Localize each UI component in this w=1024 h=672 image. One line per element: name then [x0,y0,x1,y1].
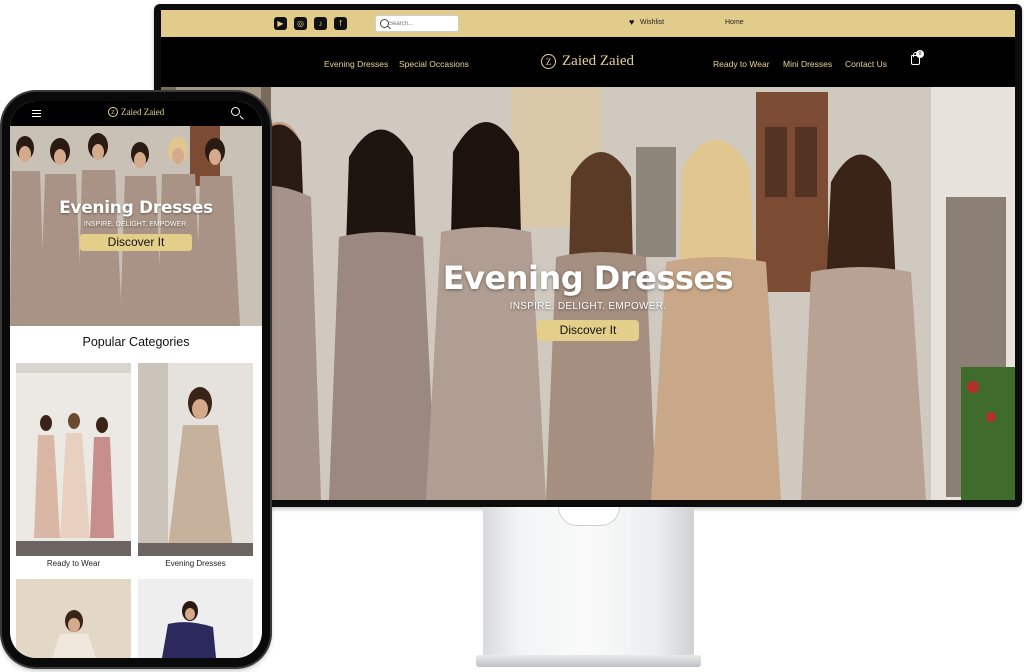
desktop-main-nav: Evening Dresses Special Occasions Z Zaie… [161,37,1015,87]
discover-it-button[interactable]: Discover It [537,320,639,341]
desktop-hero-banner: Evening Dresses INSPIRE. DELIGHT. EMPOWE… [161,87,1015,500]
tiktok-icon[interactable]: ♪ [314,17,327,30]
mobile-phone: Z Zaied Zaied Evening Dresses INSPIRE. D… [2,92,270,667]
brand-logo[interactable]: Z Zaied Zaied [541,51,634,71]
category-image [16,363,131,556]
category-image [138,579,253,658]
category-label[interactable]: Evening Dresses [138,559,253,568]
mobile-discover-it-button[interactable]: Discover It [80,234,192,251]
nav-evening-dresses[interactable]: Evening Dresses [324,59,388,69]
desktop-screen: ▶ ◎ ♪ f ♥ Wishlist Home Evening Dresses … [161,10,1015,500]
category-card-ready-to-wear[interactable] [16,363,131,556]
search-icon [380,19,389,28]
logo-mark-icon: Z [108,107,118,117]
nav-mini-dresses[interactable]: Mini Dresses [783,59,832,69]
mobile-hero-subtitle: INSPIRE. DELIGHT. EMPOWER. [83,221,189,228]
mobile-hero-banner: Evening Dresses INSPIRE. DELIGHT. EMPOWE… [10,126,262,326]
instagram-icon[interactable]: ◎ [294,17,307,30]
nav-special-occasions[interactable]: Special Occasions [399,59,469,69]
home-link[interactable]: Home [725,19,744,26]
desktop-topbar: ▶ ◎ ♪ f ♥ Wishlist Home [161,10,1015,37]
nav-contact-us[interactable]: Contact Us [845,59,887,69]
category-label[interactable]: Ready to Wear [16,559,131,568]
facebook-icon[interactable]: f [334,17,347,30]
hero-title: Evening Dresses [442,259,734,297]
search-box[interactable] [375,15,459,32]
category-image [138,363,253,556]
mobile-brand-name: Zaied Zaied [121,107,165,117]
youtube-icon[interactable]: ▶ [274,17,287,30]
search-icon[interactable] [231,107,240,116]
mobile-hero-title: Evening Dresses [59,198,213,218]
logo-mark-icon: Z [541,53,556,69]
popular-categories-heading: Popular Categories [82,335,190,349]
heart-icon[interactable]: ♥ [629,18,634,27]
monitor-stand-base [476,655,701,667]
brand-name: Zaied Zaied [562,52,635,69]
wishlist-link[interactable]: Wishlist [640,19,664,26]
category-card-evening-dresses[interactable] [138,363,253,556]
nav-ready-to-wear[interactable]: Ready to Wear [713,59,770,69]
category-card[interactable] [16,579,131,658]
hero-subtitle: INSPIRE. DELIGHT. EMPOWER. [509,301,667,312]
search-input[interactable] [389,17,455,30]
stand-cutout [558,507,620,526]
mobile-nav: Z Zaied Zaied [10,101,262,126]
category-card[interactable] [138,579,253,658]
category-image [16,579,131,658]
desktop-monitor: ▶ ◎ ♪ f ♥ Wishlist Home Evening Dresses … [154,4,1022,507]
hamburger-menu-icon[interactable] [32,110,41,117]
monitor-stand [483,507,694,657]
cart-count-badge: 0 [916,50,924,58]
mobile-screen: Z Zaied Zaied Evening Dresses INSPIRE. D… [10,101,262,658]
mobile-brand-logo[interactable]: Z Zaied Zaied [108,107,164,117]
